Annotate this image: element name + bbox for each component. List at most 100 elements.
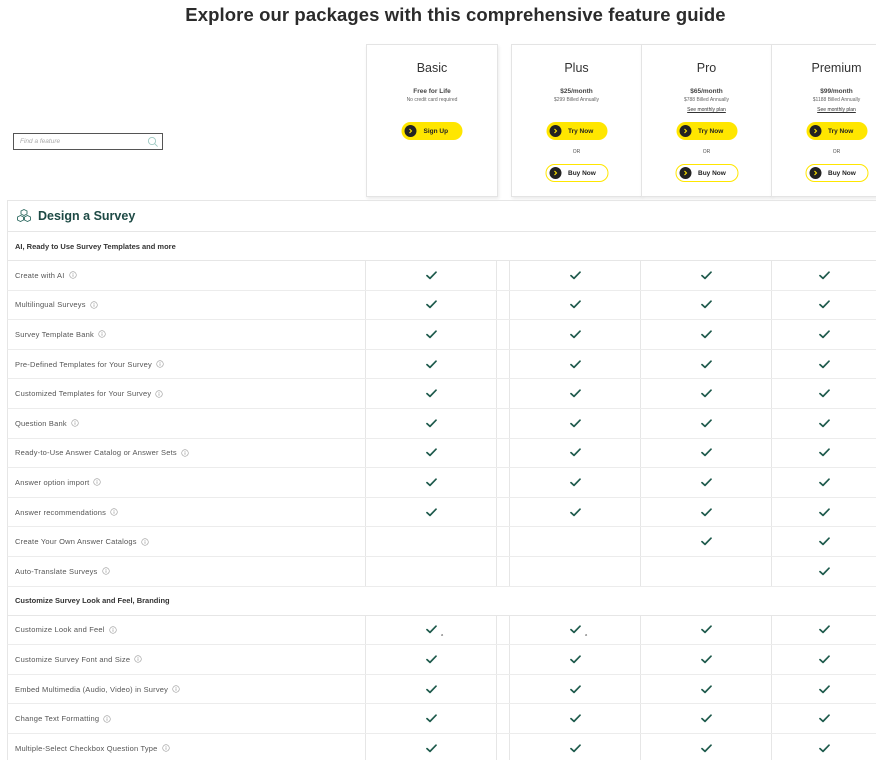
plan-cell-0 (365, 379, 497, 408)
feature-group-header: Customize Survey Look and Feel, Branding (7, 586, 876, 616)
monthly-plan-link[interactable]: See monthly plan (687, 107, 726, 113)
check-icon (700, 537, 712, 546)
plan-cell-0: a (365, 615, 497, 645)
feature-label: Customize Survey Font and Size (15, 654, 131, 664)
plan-cell-3 (771, 261, 876, 290)
plan-cell-0 (365, 556, 497, 586)
check-icon (425, 655, 437, 664)
check-icon (569, 389, 581, 398)
try-now-button[interactable]: Try Now (546, 122, 607, 140)
feature-label: Create with AI (15, 270, 65, 280)
info-icon[interactable] (67, 419, 79, 427)
plan-cell-1 (509, 733, 640, 760)
cubes-icon (17, 208, 31, 223)
info-icon[interactable] (130, 655, 142, 664)
buy-now-button[interactable]: Buy Now (805, 164, 868, 182)
try-now-button[interactable]: Try Now (806, 122, 867, 140)
feature-label-cell: Multilingual Surveys (8, 291, 365, 320)
check-icon (700, 359, 712, 369)
check-icon (819, 537, 830, 546)
plan-cell-0 (365, 527, 497, 556)
info-icon[interactable] (105, 626, 117, 634)
plan-cell-1 (509, 704, 640, 733)
sign-up-button[interactable]: Sign Up (401, 122, 463, 140)
plan-cell-1 (509, 497, 640, 527)
feature-search[interactable] (13, 133, 163, 150)
arrow-right-icon (679, 167, 691, 179)
plan-cell-0 (365, 733, 497, 760)
plan-cell-1 (509, 379, 640, 408)
page-title: Explore our packages with this comprehen… (185, 4, 726, 25)
section-header[interactable]: Design a Survey (7, 200, 876, 232)
buy-now-button[interactable]: Buy Now (545, 164, 608, 182)
check-icon (700, 330, 712, 339)
plan-cell-2 (640, 497, 771, 527)
arrow-right-icon (549, 125, 561, 137)
check-icon (425, 478, 437, 487)
check-icon (700, 389, 712, 398)
check-icon (425, 684, 437, 694)
check-icon (569, 359, 581, 369)
plan-card-0: Basic Free for Life No credit card require… (366, 44, 498, 197)
button-label: Buy Now (568, 169, 596, 177)
check-icon (569, 507, 581, 517)
plan-card-1: Plus $25/month $299 Billed Annually Try Now… (511, 44, 642, 197)
info-icon[interactable] (152, 360, 164, 368)
feature-label-cell: Customize Look and Feel (8, 616, 365, 645)
info-icon[interactable] (158, 744, 170, 752)
footnote-marker: a (440, 632, 444, 638)
plan-cell-0 (365, 408, 497, 438)
search-icon[interactable] (147, 136, 159, 148)
feature-table: Design a Survey AI, Ready to Use Survey … (7, 200, 876, 760)
info-icon[interactable] (86, 301, 98, 309)
plan-cell-2 (640, 290, 771, 320)
monthly-plan-link[interactable]: See monthly plan (817, 107, 856, 113)
feature-label: Ready-to-Use Answer Catalog or Answer Se… (15, 448, 177, 458)
info-icon[interactable] (94, 330, 106, 339)
check-icon (425, 330, 437, 339)
search-input[interactable] (20, 138, 142, 145)
check-icon (819, 567, 830, 576)
info-icon[interactable] (89, 478, 102, 487)
plan-cell-0 (365, 704, 497, 733)
plan-cell-2 (640, 615, 771, 645)
info-icon[interactable] (177, 449, 189, 457)
info-icon[interactable] (168, 685, 180, 693)
plan-cell-1 (509, 556, 640, 586)
plan-price: Free for Life (413, 88, 451, 95)
feature-label: Change Text Formatting (15, 714, 100, 724)
info-icon[interactable] (137, 538, 149, 546)
plan-cell-0 (365, 468, 497, 497)
feature-label-cell: Ready-to-Use Answer Catalog or Answer Se… (8, 439, 365, 468)
check-icon (569, 625, 581, 634)
check-icon (425, 625, 437, 634)
plan-name: Pro (696, 61, 717, 75)
plan-cell-2 (640, 527, 771, 556)
info-icon[interactable] (98, 567, 110, 575)
info-icon[interactable] (99, 715, 111, 723)
info-icon[interactable] (106, 508, 118, 516)
plan-billing-note: $788 Billed Annually (683, 97, 730, 103)
info-icon[interactable] (65, 271, 77, 279)
feature-group-header: AI, Ready to Use Survey Templates and mo… (7, 232, 876, 261)
button-label: Buy Now (698, 169, 726, 177)
check-icon (819, 359, 830, 369)
plan-cell-2 (640, 408, 771, 438)
check-icon (425, 300, 437, 309)
feature-row: Create with AI (7, 261, 876, 291)
plan-cell-2 (640, 704, 771, 733)
button-label: Buy Now (828, 169, 856, 177)
info-icon[interactable] (151, 390, 163, 398)
plan-cell-0 (365, 320, 497, 349)
check-icon (700, 271, 712, 280)
feature-label-cell: Survey Template Bank (8, 320, 365, 349)
plan-cell-0 (365, 349, 497, 379)
feature-label-cell: Answer option import (8, 468, 365, 497)
plan-billing-note: $299 Billed Annually (553, 97, 600, 103)
plan-cell-3 (771, 408, 876, 438)
check-icon (569, 419, 581, 428)
feature-row: Question Bank (7, 408, 876, 439)
try-now-button[interactable]: Try Now (676, 122, 737, 140)
plan-cell-3 (771, 438, 876, 468)
buy-now-button[interactable]: Buy Now (675, 164, 738, 182)
